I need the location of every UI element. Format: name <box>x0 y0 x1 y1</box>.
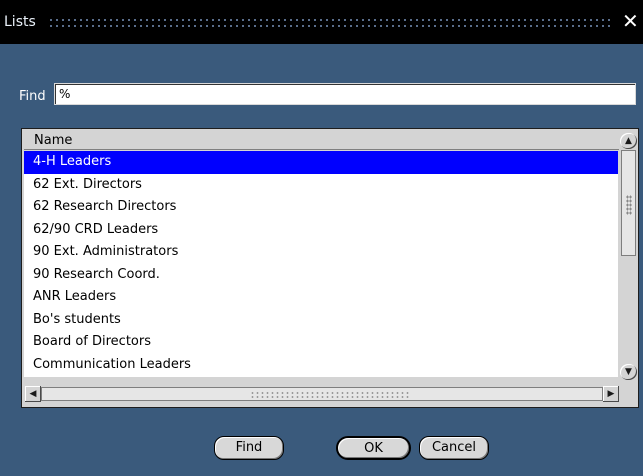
ok-button[interactable]: OK <box>336 436 411 460</box>
grip-icon <box>626 195 632 215</box>
list-item[interactable]: 90 Research Coord. <box>24 264 618 287</box>
window-title: Lists <box>4 14 36 30</box>
find-button[interactable]: Find <box>214 436 284 460</box>
vertical-scroll-thumb[interactable] <box>621 150 636 256</box>
find-label: Find <box>19 89 46 104</box>
scroll-up-icon[interactable]: ▲ <box>620 133 637 149</box>
scroll-down-icon[interactable]: ▼ <box>620 364 637 380</box>
list-item[interactable]: 4-H Leaders <box>24 151 618 174</box>
list-panel: Name 4-H Leaders 62 Ext. Directors 62 Re… <box>21 128 639 408</box>
scroll-left-icon[interactable]: ◀ <box>25 386 41 402</box>
horizontal-scrollbar[interactable]: ◀ ▶ <box>24 384 620 404</box>
list-item[interactable]: Bo's students <box>24 309 618 332</box>
list-item[interactable]: ANR Leaders <box>24 286 618 309</box>
scroll-right-icon[interactable]: ▶ <box>603 386 619 402</box>
title-bar-grip[interactable] <box>48 17 610 29</box>
list-item[interactable]: 62 Ext. Directors <box>24 174 618 197</box>
list-item[interactable]: 62/90 CRD Leaders <box>24 219 618 242</box>
list-body: 4-H Leaders 62 Ext. Directors 62 Researc… <box>24 151 618 377</box>
list-item[interactable]: 90 Ext. Administrators <box>24 241 618 264</box>
close-icon[interactable]: ✕ <box>622 11 639 31</box>
horizontal-scroll-thumb[interactable] <box>41 387 603 401</box>
find-input[interactable] <box>54 83 636 105</box>
title-bar[interactable]: Lists ✕ <box>0 0 643 44</box>
column-header-name[interactable]: Name <box>24 132 619 150</box>
vertical-scrollbar[interactable]: ▲ ▼ <box>620 132 637 381</box>
list-item[interactable]: Board of Directors <box>24 331 618 354</box>
list-item[interactable]: Communication Leaders <box>24 354 618 377</box>
grip-icon <box>250 391 410 398</box>
cancel-button[interactable]: Cancel <box>419 436 489 460</box>
list-item[interactable]: 62 Research Directors <box>24 196 618 219</box>
